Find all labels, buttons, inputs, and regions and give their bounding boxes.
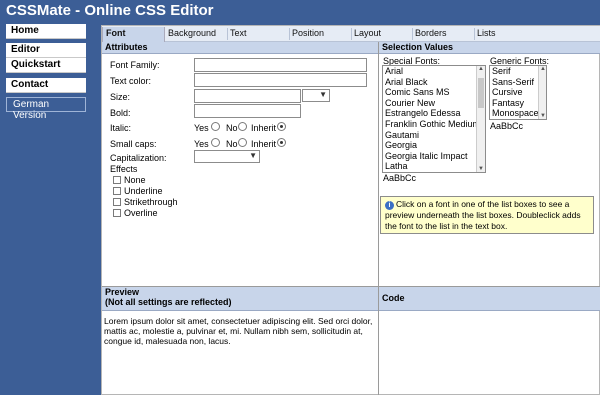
list-item[interactable]: Latha bbox=[383, 161, 485, 172]
nav-quickstart[interactable]: Quickstart bbox=[6, 58, 86, 73]
divider bbox=[378, 42, 379, 395]
small-caps-yes-radio[interactable] bbox=[211, 138, 220, 147]
code-header: Code bbox=[379, 287, 600, 311]
italic-inherit-label: Inherit bbox=[251, 123, 277, 133]
tab-layout[interactable]: Layout bbox=[354, 28, 381, 41]
effect-none-checkbox[interactable] bbox=[113, 176, 121, 184]
preview-title: Preview bbox=[105, 287, 140, 297]
effect-none-label: None bbox=[124, 175, 146, 185]
capitalization-select[interactable]: ▼ bbox=[194, 150, 260, 163]
scroll-up-icon[interactable]: ▲ bbox=[540, 66, 546, 72]
size-label: Size: bbox=[110, 92, 131, 102]
selection-header: Selection Values bbox=[379, 42, 600, 54]
list-item[interactable]: Courier New bbox=[383, 98, 485, 109]
capitalization-label: Capitalization: bbox=[110, 153, 167, 163]
effect-strikethrough-label: Strikethrough bbox=[124, 197, 178, 207]
scroll-thumb[interactable] bbox=[478, 78, 484, 108]
small-caps-label: Small caps: bbox=[110, 139, 157, 149]
info-text: Click on a font in one of the list boxes… bbox=[385, 199, 581, 231]
text-color-input[interactable] bbox=[194, 73, 367, 87]
list-item[interactable]: Georgia Italic Impact bbox=[383, 151, 485, 162]
nav-home[interactable]: Home bbox=[6, 24, 86, 39]
effect-strikethrough-checkbox[interactable] bbox=[113, 198, 121, 206]
italic-inherit-radio[interactable] bbox=[277, 122, 286, 131]
tab-position[interactable]: Position bbox=[292, 28, 324, 41]
italic-yes-radio[interactable] bbox=[211, 122, 220, 131]
generic-font-sample: AaBbCc bbox=[490, 121, 524, 131]
sidebar: Home Editor Quickstart Contact German Ve… bbox=[0, 22, 98, 395]
font-family-input[interactable] bbox=[194, 58, 367, 72]
generic-fonts-listbox[interactable]: Serif Sans-Serif Cursive Fantasy Monospa… bbox=[489, 65, 547, 120]
italic-yes-label: Yes bbox=[194, 123, 209, 133]
preview-text: Lorem ipsum dolor sit amet, consectetuer… bbox=[104, 316, 373, 346]
tab-bar: Font Background Text Position Layout Bor… bbox=[102, 26, 600, 42]
italic-no-label: No bbox=[226, 123, 238, 133]
info-box: i Click on a font in one of the list boxe… bbox=[380, 196, 594, 234]
small-caps-yes-label: Yes bbox=[194, 139, 209, 149]
preview-header: Preview (Not all settings are reflected) bbox=[102, 287, 378, 311]
small-caps-inherit-radio[interactable] bbox=[277, 138, 286, 147]
chevron-down-icon: ▼ bbox=[319, 90, 327, 99]
tab-font[interactable]: Font bbox=[102, 27, 165, 42]
list-item[interactable]: Arial Black bbox=[383, 77, 485, 88]
italic-no-radio[interactable] bbox=[238, 122, 247, 131]
effects-label: Effects bbox=[110, 164, 138, 174]
effect-underline-checkbox[interactable] bbox=[113, 187, 121, 195]
effect-overline-checkbox[interactable] bbox=[113, 209, 121, 217]
size-unit-select[interactable]: ▼ bbox=[302, 89, 330, 102]
special-fonts-listbox[interactable]: Arial Arial Black Comic Sans MS Courier … bbox=[382, 65, 486, 173]
list-item[interactable]: Arial bbox=[383, 66, 485, 77]
tab-background[interactable]: Background bbox=[168, 28, 216, 41]
small-caps-no-label: No bbox=[226, 139, 238, 149]
app-title: CSSMate - Online CSS Editor bbox=[0, 0, 600, 22]
italic-label: Italic: bbox=[110, 123, 132, 133]
list-item[interactable]: Comic Sans MS bbox=[383, 87, 485, 98]
text-color-label: Text color: bbox=[110, 76, 152, 86]
scroll-up-icon[interactable]: ▲ bbox=[478, 66, 484, 72]
info-icon: i bbox=[385, 201, 394, 210]
nav-german-version[interactable]: German Version bbox=[6, 97, 86, 121]
small-caps-no-radio[interactable] bbox=[238, 138, 247, 147]
tab-borders[interactable]: Borders bbox=[415, 28, 447, 41]
font-family-label: Font Family: bbox=[110, 60, 160, 70]
special-font-sample: AaBbCc bbox=[383, 173, 417, 183]
attributes-header: Attributes bbox=[102, 42, 378, 54]
list-item[interactable]: Gautami bbox=[383, 130, 485, 141]
scrollbar[interactable]: ▲ ▼ bbox=[538, 66, 546, 119]
bold-input[interactable] bbox=[194, 104, 301, 118]
scroll-down-icon[interactable]: ▼ bbox=[478, 166, 484, 172]
list-item[interactable]: Franklin Gothic Medium bbox=[383, 119, 485, 130]
list-item[interactable]: Georgia bbox=[383, 140, 485, 151]
list-item[interactable]: Estrangelo Edessa bbox=[383, 108, 485, 119]
nav-contact[interactable]: Contact bbox=[6, 78, 86, 93]
chevron-down-icon: ▼ bbox=[249, 151, 257, 160]
bold-label: Bold: bbox=[110, 108, 131, 118]
effect-underline-label: Underline bbox=[124, 186, 163, 196]
scroll-down-icon[interactable]: ▼ bbox=[540, 113, 546, 119]
preview-subtitle: (Not all settings are reflected) bbox=[105, 297, 232, 307]
tab-lists[interactable]: Lists bbox=[477, 28, 496, 41]
size-input[interactable] bbox=[194, 89, 301, 103]
tab-text[interactable]: Text bbox=[230, 28, 247, 41]
nav-editor[interactable]: Editor bbox=[6, 43, 86, 58]
effect-overline-label: Overline bbox=[124, 208, 158, 218]
scrollbar[interactable]: ▲ ▼ bbox=[476, 66, 485, 172]
small-caps-inherit-label: Inherit bbox=[251, 139, 277, 149]
